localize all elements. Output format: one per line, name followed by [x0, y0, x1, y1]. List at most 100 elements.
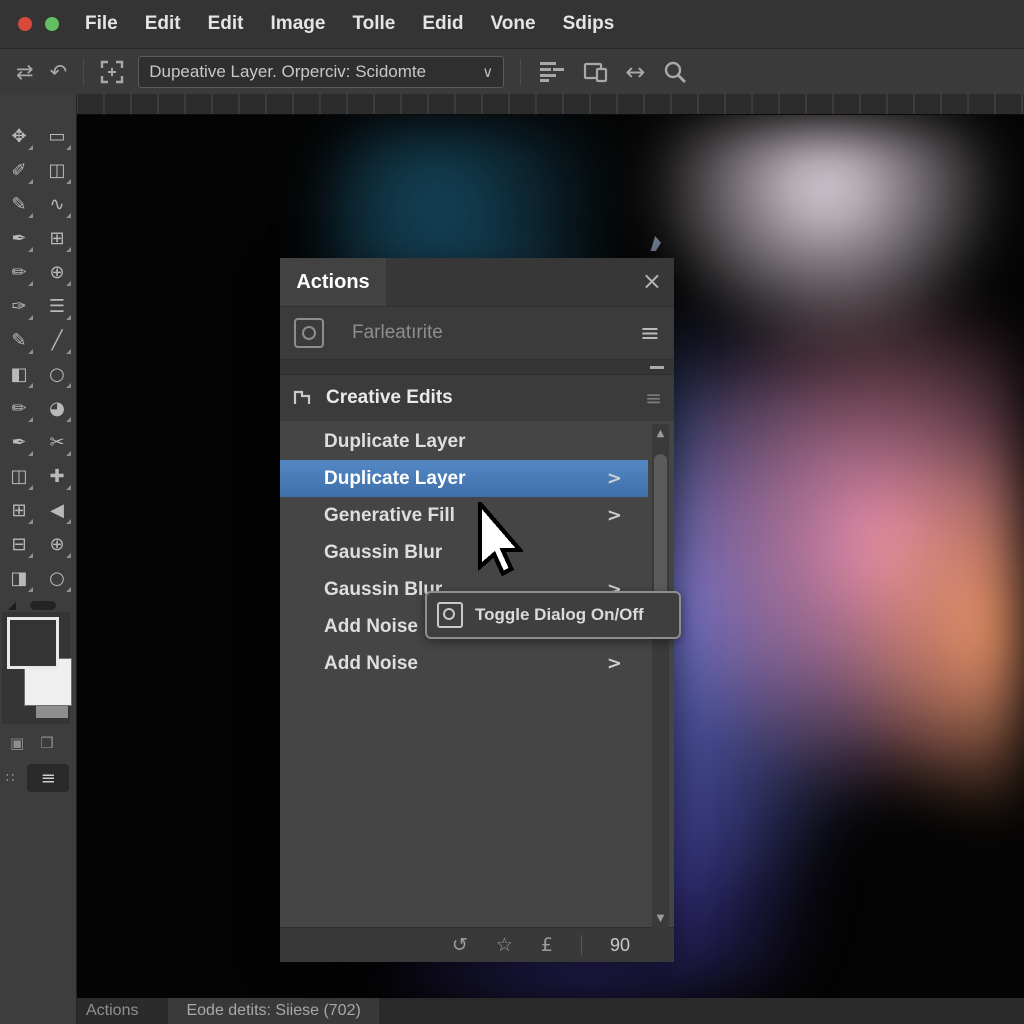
clone-stamp-tool-icon[interactable]: ◫ [0, 460, 38, 493]
scrollbar[interactable]: ▲ ▼ [652, 424, 669, 928]
actions-list: ▲ ▼ Duplicate Layer > Duplicate Layer > … [280, 421, 674, 927]
dots-cluster-icon[interactable]: ∷ [6, 771, 15, 786]
preset-dropdown[interactable]: Dupeative Layer. Orperciv: Scidomte ∨ [138, 56, 504, 88]
undo-arc-icon[interactable]: ↶ [50, 60, 68, 84]
curvature-pen-tool-icon[interactable]: ✎ [0, 324, 38, 357]
options-bar: ⇄ ↶ Dupeative Layer. Orperciv: Scidomte … [0, 49, 1024, 95]
close-icon[interactable]: × [642, 268, 662, 294]
panel-tab-bar: Actions × [280, 258, 674, 307]
frame-tool-icon[interactable]: ⊞ [38, 222, 76, 255]
scroll-up-icon[interactable]: ▲ [652, 428, 669, 439]
menu-bar: File Edit Edit Image Tolle Edid Vone Sdi… [0, 0, 1024, 49]
list-view-button[interactable]: ≡ [27, 764, 69, 792]
pencil-tool-icon[interactable]: ✏ [0, 256, 38, 289]
footer-count: 90 [610, 935, 630, 956]
switch-colors-icon[interactable] [30, 601, 56, 610]
toolbar-small-icons: ▣ ❒ [10, 734, 76, 752]
tool-grid: ✥ ▭ ✐ ◫ ✎ ∿ [0, 94, 76, 595]
scroll-down-icon[interactable]: ▼ [652, 913, 669, 924]
move-tool-icon[interactable]: ✥ [0, 120, 38, 153]
crop-tool-icon[interactable]: ◫ [38, 154, 76, 187]
menu-sdips[interactable]: Sdips [563, 13, 615, 35]
move-options-icon[interactable]: ⇄ [16, 60, 34, 84]
gradient-tool-icon[interactable]: ◨ [0, 562, 38, 595]
action-item[interactable]: Duplicate Layer > [280, 423, 648, 460]
action-item[interactable]: Gaussin Blur > [280, 534, 648, 571]
workspace-layout-icon[interactable] [539, 60, 565, 84]
preset-dropdown-value: Dupeative Layer. Orperciv: Scidomte [149, 62, 476, 82]
panel-header-row: Farleatırite ≡ [280, 307, 674, 359]
status-info-box[interactable]: Eode detits: Siiese (702) [168, 998, 378, 1024]
options-right-icons: ↔ [521, 58, 687, 86]
eyedropper-tool-icon[interactable]: ⊕ [38, 256, 76, 289]
menu-edit-1[interactable]: Edit [145, 13, 181, 35]
zoom-in-tool-icon[interactable]: ⊕ [38, 528, 76, 561]
traffic-light-zoom-icon[interactable] [45, 17, 59, 31]
menu-image[interactable]: Image [271, 13, 326, 35]
action-item[interactable]: Add Noise > [280, 645, 648, 682]
panel-title: Actions [296, 271, 369, 294]
ruler [76, 94, 1024, 115]
search-icon[interactable] [663, 60, 687, 84]
marquee-tool-icon[interactable]: ▭ [38, 120, 76, 153]
action-set-label: Creative Edits [326, 387, 645, 409]
pen-tool-icon[interactable]: ✒ [0, 222, 38, 255]
menu-items: File Edit Edit Image Tolle Edid Vone Sdi… [85, 13, 614, 35]
pound-glyph-icon[interactable]: £ [541, 936, 553, 955]
chevron-down-icon: ∨ [482, 63, 493, 81]
collapse-dash-icon[interactable] [650, 366, 664, 369]
action-item[interactable]: Generative Fill > [280, 497, 648, 534]
tab-actions[interactable]: Actions [280, 258, 386, 306]
shape-tool-icon[interactable]: ◀ [38, 494, 76, 527]
action-set-row[interactable]: Creative Edits ≡ [280, 375, 674, 421]
status-left-label: Actions [86, 1002, 138, 1020]
menu-tolle[interactable]: Tolle [352, 13, 395, 35]
toolbar-bottom-row: ∷ ≡ [6, 764, 76, 792]
default-colors-icon[interactable] [8, 602, 16, 610]
chevron-right-icon: > [607, 653, 622, 674]
color-swatches [2, 612, 70, 724]
grid-tool-icon[interactable]: ⊞ [0, 494, 38, 527]
type-tool-icon[interactable]: ☰ [38, 290, 76, 323]
healing-brush-tool-icon[interactable]: ∿ [38, 188, 76, 221]
quick-mask-icon[interactable]: ▣ [10, 734, 24, 752]
action-item[interactable]: Duplicate Layer > [280, 460, 648, 497]
smudge-tool-icon[interactable]: ✏ [0, 392, 38, 425]
set-menu-icon[interactable]: ≡ [645, 388, 662, 408]
screen-mode-icon[interactable]: ❒ [40, 734, 53, 752]
zoom-tool-icon[interactable]: ○ [38, 562, 76, 595]
folder-set-icon [292, 388, 314, 408]
undo-icon[interactable]: ↺ [452, 936, 468, 955]
arrow-left-right-icon[interactable]: ↔ [625, 58, 645, 86]
star-icon[interactable]: ☆ [496, 936, 513, 955]
panel-menu-icon[interactable]: ≡ [640, 321, 660, 345]
status-info-text: Eode detits: Siiese (702) [186, 1002, 360, 1020]
tooltip-label: Toggle Dialog On/Off [475, 605, 644, 625]
add-anchor-tool-icon[interactable]: ✚ [38, 460, 76, 493]
lasso-tool-icon[interactable]: ✐ [0, 154, 38, 187]
chevron-right-icon: > [607, 505, 622, 526]
dodge-tool-icon[interactable]: ◕ [38, 392, 76, 425]
history-brush-tool-icon[interactable]: ⊟ [0, 528, 38, 561]
panel-divider [280, 359, 674, 375]
menu-vone[interactable]: Vone [491, 13, 536, 35]
ruler-tool-icon[interactable]: ○ [38, 358, 76, 391]
traffic-light-close-icon[interactable] [18, 17, 32, 31]
menu-edid[interactable]: Edid [422, 13, 463, 35]
device-preview-icon[interactable] [583, 61, 609, 83]
mixer-brush-tool-icon[interactable]: ✑ [0, 290, 38, 323]
scrollbar-thumb[interactable] [654, 454, 667, 596]
chevron-right-icon: > [607, 468, 622, 489]
tooltip: Toggle Dialog On/Off [425, 591, 681, 639]
line-tool-icon[interactable]: ╱ [38, 324, 76, 357]
record-dialog-icon[interactable] [294, 318, 324, 348]
object-selection-tool-icon[interactable]: ◧ [0, 358, 38, 391]
menu-file[interactable]: File [85, 13, 118, 35]
brush-tool-icon[interactable]: ✎ [0, 188, 38, 221]
menu-edit-2[interactable]: Edit [208, 13, 244, 35]
foreground-color-swatch[interactable] [7, 617, 59, 669]
footer-separator [581, 935, 582, 955]
transform-corners-icon[interactable] [100, 60, 124, 84]
scissors-tool-icon[interactable]: ✂ [38, 426, 76, 459]
sharpen-tool-icon[interactable]: ✒ [0, 426, 38, 459]
